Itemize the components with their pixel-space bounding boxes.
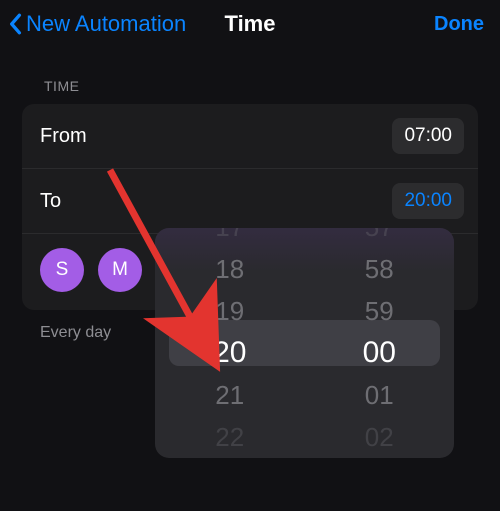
time-picker-popover: 171819202122 575859000102 bbox=[155, 228, 454, 458]
day-monday[interactable]: M bbox=[98, 248, 142, 292]
picker-item[interactable]: 18 bbox=[215, 248, 244, 290]
from-time-pill[interactable]: 07:00 bbox=[392, 118, 464, 154]
section-header: TIME bbox=[44, 78, 500, 94]
day-sunday[interactable]: S bbox=[40, 248, 84, 292]
picker-item[interactable]: 19 bbox=[215, 290, 244, 332]
picker-item[interactable]: 17 bbox=[215, 228, 244, 248]
page-title: Time bbox=[225, 11, 276, 37]
chevron-left-icon bbox=[6, 10, 24, 38]
picker-item[interactable]: 22 bbox=[215, 416, 244, 458]
picker-item[interactable]: 01 bbox=[365, 374, 394, 416]
picker-item[interactable]: 20 bbox=[213, 332, 246, 374]
to-time-pill[interactable]: 20:00 bbox=[392, 183, 464, 219]
picker-item[interactable]: 00 bbox=[363, 332, 396, 374]
navbar: New Automation Time Done bbox=[0, 0, 500, 52]
to-row[interactable]: To 20:00 bbox=[22, 169, 478, 234]
picker-item[interactable]: 02 bbox=[365, 416, 394, 458]
picker-item[interactable]: 58 bbox=[365, 248, 394, 290]
picker-item[interactable]: 59 bbox=[365, 290, 394, 332]
back-label: New Automation bbox=[26, 11, 186, 37]
from-label: From bbox=[40, 125, 87, 148]
back-button[interactable]: New Automation bbox=[6, 10, 186, 38]
done-button[interactable]: Done bbox=[434, 13, 484, 36]
picker-item[interactable]: 21 bbox=[215, 374, 244, 416]
picker-item[interactable]: 57 bbox=[365, 228, 394, 248]
hour-wheel[interactable]: 171819202122 bbox=[155, 228, 305, 458]
from-row[interactable]: From 07:00 bbox=[22, 104, 478, 169]
minute-wheel[interactable]: 575859000102 bbox=[305, 228, 455, 458]
to-label: To bbox=[40, 190, 61, 213]
